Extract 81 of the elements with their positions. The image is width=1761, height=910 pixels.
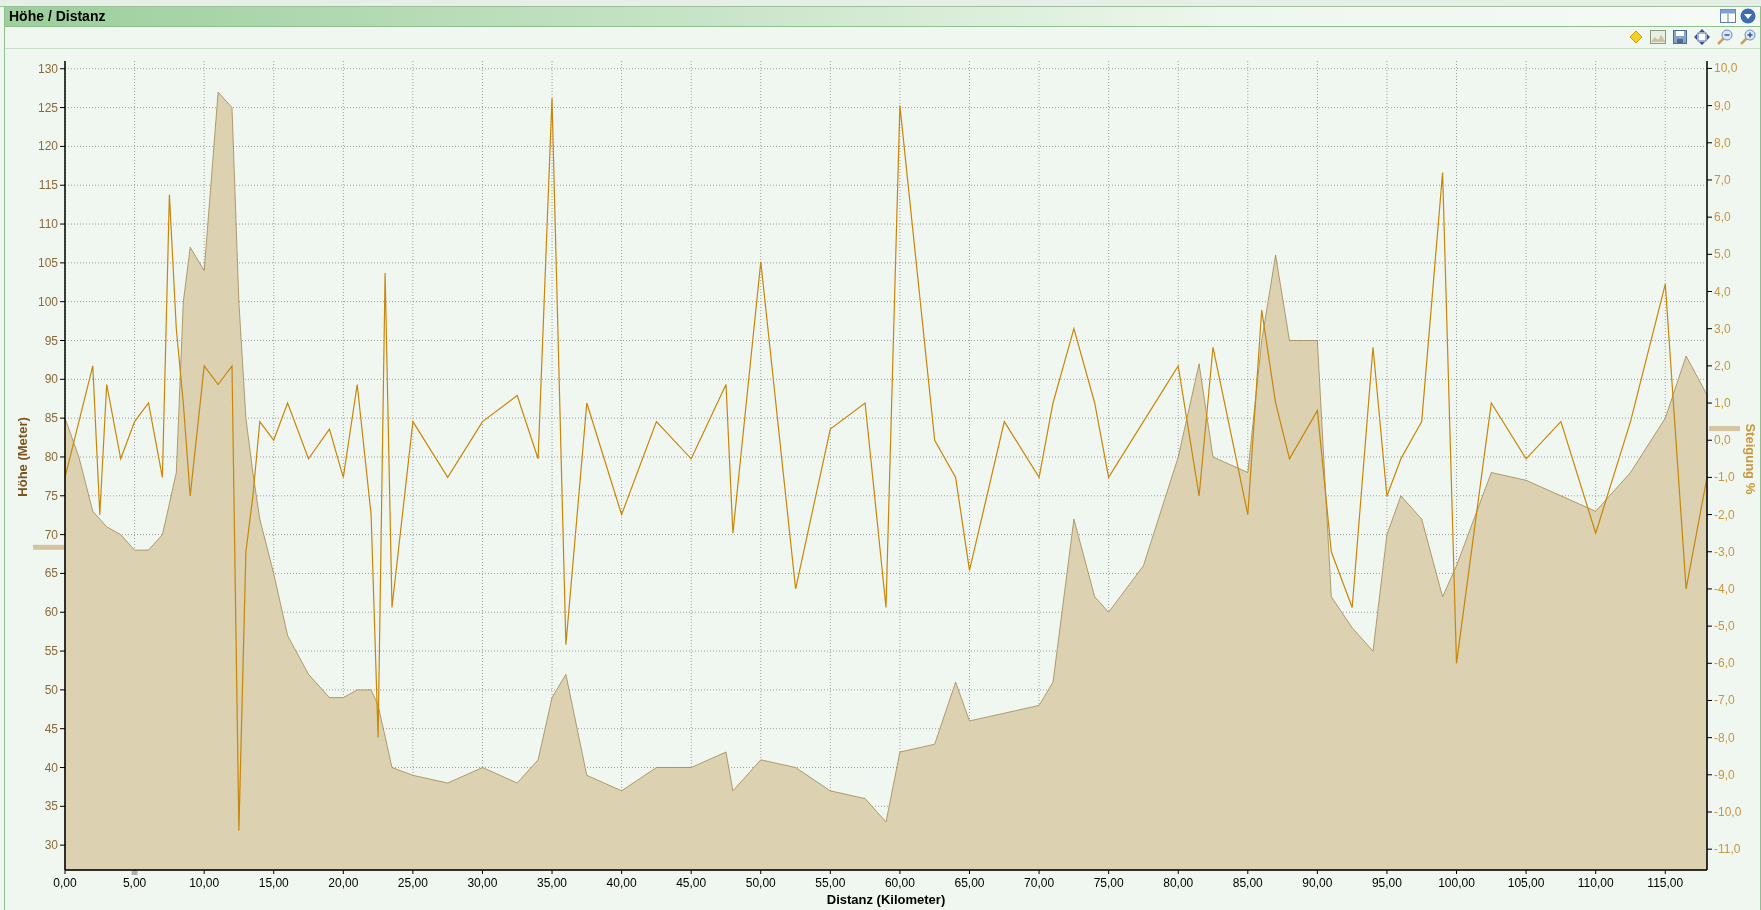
fit-icon[interactable] bbox=[1694, 29, 1710, 46]
tick-label: -10,0 bbox=[1714, 805, 1742, 819]
save-icon[interactable] bbox=[1673, 30, 1687, 45]
tick-label: 80,00 bbox=[1163, 876, 1194, 890]
zoom-out-icon[interactable] bbox=[1717, 29, 1733, 46]
chart-image-icon[interactable] bbox=[1650, 30, 1666, 45]
tick-label: -6,0 bbox=[1714, 656, 1735, 671]
tick-label: 125 bbox=[37, 100, 58, 115]
tick-label: 45,00 bbox=[676, 876, 707, 890]
axis-handle[interactable] bbox=[1709, 426, 1740, 432]
axis-handle[interactable] bbox=[33, 544, 64, 550]
tick-label: 30 bbox=[44, 838, 58, 853]
tick-label: -5,0 bbox=[1714, 619, 1735, 634]
tick-label: 75 bbox=[44, 488, 58, 503]
tick-label: 7,0 bbox=[1714, 172, 1731, 187]
tick-label: 25,00 bbox=[397, 876, 428, 890]
zoom-in-icon[interactable] bbox=[1740, 29, 1756, 46]
tick-label: 9,0 bbox=[1714, 98, 1731, 113]
tick-label: 6,0 bbox=[1714, 210, 1731, 225]
tick-label: 40 bbox=[44, 760, 58, 775]
tick-label: 100,00 bbox=[1438, 876, 1475, 890]
tick-label: 5,00 bbox=[122, 876, 147, 890]
tick-label: 0,00 bbox=[53, 876, 77, 890]
tick-label: 3,0 bbox=[1714, 321, 1731, 336]
tick-label: -8,0 bbox=[1714, 730, 1735, 745]
tick-label: 50,00 bbox=[745, 876, 776, 890]
tick-label: 110 bbox=[38, 217, 58, 232]
tick-label: 1,0 bbox=[1714, 396, 1731, 411]
tick-label: 35,00 bbox=[537, 876, 568, 890]
tick-label: -2,0 bbox=[1714, 507, 1735, 522]
tick-label: 55 bbox=[44, 644, 58, 659]
tick-label: 10,00 bbox=[189, 876, 220, 890]
tick-label: 35 bbox=[44, 799, 58, 814]
axis-title: Höhe (Meter) bbox=[15, 417, 30, 497]
axis-title: Distanz (Kilometer) bbox=[826, 892, 946, 907]
tick-label: -1,0 bbox=[1714, 470, 1735, 485]
tick-label: 50 bbox=[44, 682, 58, 697]
tick-label: 2,0 bbox=[1714, 358, 1731, 373]
tick-label: -7,0 bbox=[1714, 693, 1735, 708]
diamond-icon[interactable] bbox=[1629, 30, 1643, 45]
tick-label: 105 bbox=[37, 255, 58, 270]
tick-label: -11,0 bbox=[1714, 842, 1741, 857]
tick-label: 30,00 bbox=[467, 876, 498, 890]
tick-label: 120 bbox=[37, 139, 58, 154]
layout-icon[interactable] bbox=[1720, 9, 1736, 24]
tick-label: 45 bbox=[44, 721, 58, 736]
tick-label: 90,00 bbox=[1302, 876, 1333, 890]
tick-label: 10,0 bbox=[1714, 61, 1738, 76]
tick-label: 80 bbox=[44, 449, 58, 464]
tick-label: 110,00 bbox=[1577, 876, 1614, 890]
tick-label: 55,00 bbox=[815, 876, 846, 890]
tick-label: 70,00 bbox=[1024, 876, 1055, 890]
tick-label: -9,0 bbox=[1714, 767, 1735, 782]
tick-label: 70 bbox=[44, 527, 58, 542]
tick-label: 95,00 bbox=[1371, 876, 1402, 890]
tick-label: 15,00 bbox=[258, 876, 289, 890]
tick-label: -3,0 bbox=[1714, 544, 1735, 559]
tick-label: 115 bbox=[38, 178, 58, 193]
dropdown-icon[interactable] bbox=[1740, 8, 1756, 25]
tick-label: 5,0 bbox=[1714, 247, 1731, 262]
tick-label: 85 bbox=[44, 411, 58, 426]
tick-label: 90 bbox=[44, 372, 58, 387]
tick-label: 105,00 bbox=[1507, 876, 1545, 890]
tick-label: 65,00 bbox=[954, 876, 985, 890]
tick-label: 60 bbox=[44, 605, 58, 620]
tick-label: 40,00 bbox=[606, 876, 637, 890]
panel-title: Höhe / Distanz bbox=[9, 8, 106, 25]
tick-label: 65 bbox=[44, 566, 58, 581]
tick-label: -4,0 bbox=[1714, 581, 1735, 596]
axis-title: Steigung % bbox=[1743, 423, 1757, 495]
tick-label: 100 bbox=[37, 294, 58, 309]
tick-label: 130 bbox=[37, 61, 58, 76]
tick-label: 0,0 bbox=[1714, 433, 1731, 448]
tick-label: 85,00 bbox=[1232, 876, 1263, 890]
tick-label: 8,0 bbox=[1714, 135, 1731, 150]
tick-label: 95 bbox=[44, 333, 58, 348]
tick-label: 60,00 bbox=[884, 876, 915, 890]
tick-label: 20,00 bbox=[328, 876, 359, 890]
tick-label: 75,00 bbox=[1093, 876, 1124, 890]
tick-label: 115,00 bbox=[1647, 876, 1684, 890]
tick-label: 4,0 bbox=[1714, 284, 1731, 299]
